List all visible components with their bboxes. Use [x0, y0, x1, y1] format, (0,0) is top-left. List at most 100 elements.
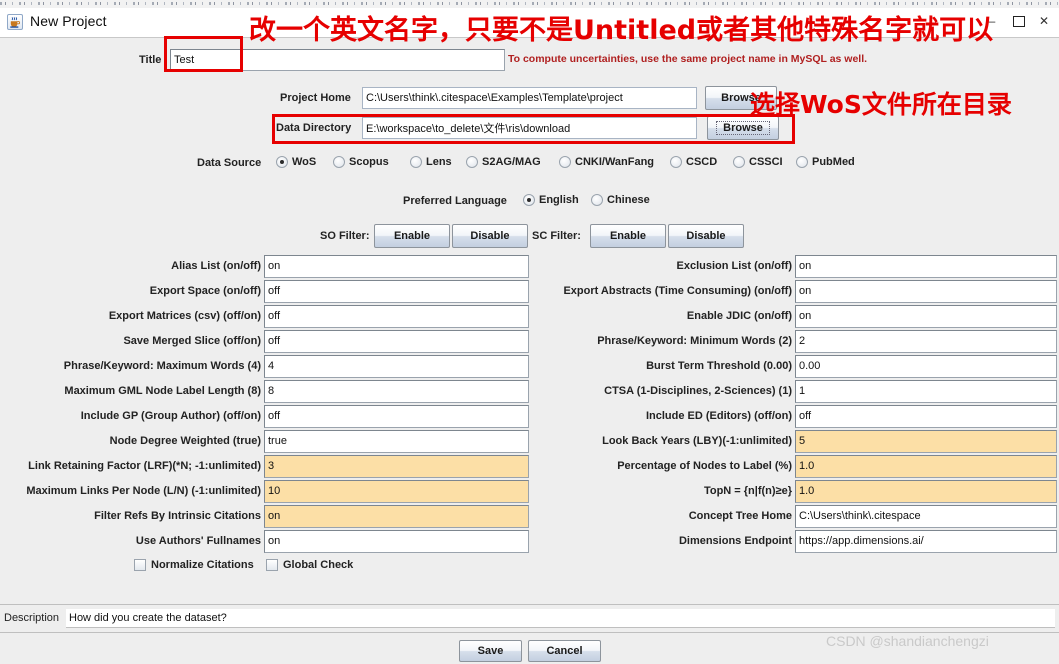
sc-filter-enable-button[interactable]: Enable	[590, 224, 666, 248]
data-directory-label: Data Directory	[276, 122, 352, 134]
settings-row-label: Percentage of Nodes to Label (%)	[617, 460, 792, 472]
settings-row-label: Export Matrices (csv) (off/on)	[108, 310, 261, 322]
settings-row-label: Use Authors' Fullnames	[135, 535, 261, 547]
description-input[interactable]: How did you create the dataset?	[66, 609, 1055, 628]
radio-indicator-s2ag-mag	[466, 156, 478, 168]
sc-filter-disable-button[interactable]: Disable	[668, 224, 744, 248]
maximize-button[interactable]	[1007, 12, 1029, 30]
settings-row-label: Enable JDIC (on/off)	[686, 310, 792, 322]
settings-row-input[interactable]: off	[795, 405, 1057, 428]
data-source-label: Data Source	[197, 157, 262, 169]
data-directory-browse-label: Browse	[716, 121, 770, 135]
radio-label-lens: Lens	[426, 156, 452, 168]
settings-row-input[interactable]: on	[795, 280, 1057, 303]
radio-chinese[interactable]: Chinese	[591, 194, 650, 206]
data-directory-input[interactable]: E:\workspace\to_delete\文件\ris\download	[362, 117, 697, 139]
settings-row-label: Maximum GML Node Label Length (8)	[64, 385, 261, 397]
settings-row-input[interactable]: 1	[795, 380, 1057, 403]
title-hint-text: To compute uncertainties, use the same p…	[508, 53, 868, 65]
settings-row-input[interactable]: 2	[795, 330, 1057, 353]
settings-row-label: Alias List (on/off)	[171, 260, 261, 272]
settings-row-input[interactable]: off	[264, 280, 529, 303]
save-button[interactable]: Save	[459, 640, 522, 662]
settings-row-label: Phrase/Keyword: Minimum Words (2)	[597, 335, 792, 347]
settings-row-input[interactable]: on	[264, 530, 529, 553]
radio-s2ag-mag[interactable]: S2AG/MAG	[466, 156, 541, 168]
settings-row-input[interactable]: 1.0	[795, 455, 1057, 478]
checkbox-label-global-check: Global Check	[283, 559, 354, 571]
settings-row-input[interactable]: 1.0	[795, 480, 1057, 503]
settings-row-input[interactable]: on	[795, 255, 1057, 278]
cancel-button[interactable]: Cancel	[528, 640, 601, 662]
settings-row-label: Filter Refs By Intrinsic Citations	[94, 510, 261, 522]
new-project-dialog-window: New Project – ✕ Title Test To compute un…	[0, 0, 1059, 664]
settings-row-input[interactable]: 0.00	[795, 355, 1057, 378]
settings-row-input[interactable]: 8	[264, 380, 529, 403]
settings-row-input[interactable]: on	[264, 505, 529, 528]
settings-row-label: TopN = {n|f(n)≥e}	[703, 485, 792, 497]
checkbox-normalize-citations[interactable]: Normalize Citations	[134, 559, 254, 571]
settings-row-input[interactable]: C:\Users\think\.citespace	[795, 505, 1057, 528]
radio-indicator-cnki-wanfang	[559, 156, 571, 168]
checkbox-label-normalize-citations: Normalize Citations	[151, 559, 254, 571]
preferred-language-label: Preferred Language	[403, 195, 507, 207]
radio-label-cssci: CSSCI	[749, 156, 783, 168]
radio-indicator-lens	[410, 156, 422, 168]
title-label: Title	[139, 54, 162, 66]
settings-row-label: Link Retaining Factor (LRF)(*N; -1:unlim…	[28, 460, 261, 472]
settings-row-label: Burst Term Threshold (0.00)	[646, 360, 792, 372]
checkbox-global-check[interactable]: Global Check	[266, 559, 353, 571]
radio-indicator-chinese	[591, 194, 603, 206]
radio-english[interactable]: English	[523, 194, 579, 206]
settings-row-input[interactable]: on	[795, 305, 1057, 328]
watermark: CSDN @shandianchengzi	[826, 633, 989, 649]
radio-pubmed[interactable]: PubMed	[796, 156, 855, 168]
radio-cnki-wanfang[interactable]: CNKI/WanFang	[559, 156, 654, 168]
radio-label-scopus: Scopus	[349, 156, 389, 168]
radio-cssci[interactable]: CSSCI	[733, 156, 783, 168]
settings-row-input[interactable]: https://app.dimensions.ai/	[795, 530, 1057, 553]
settings-row-label: Concept Tree Home	[688, 510, 792, 522]
radio-indicator-pubmed	[796, 156, 808, 168]
radio-cscd[interactable]: CSCD	[670, 156, 717, 168]
checkbox-indicator-normalize-citations	[134, 559, 146, 571]
settings-row-label: Dimensions Endpoint	[678, 535, 792, 547]
annotation-browse-note: 选择WoS文件所在目录	[750, 90, 1012, 119]
so-filter-disable-button[interactable]: Disable	[452, 224, 528, 248]
so-filter-enable-button[interactable]: Enable	[374, 224, 450, 248]
close-icon[interactable]: ✕	[1033, 12, 1055, 30]
settings-row-input[interactable]: off	[264, 405, 529, 428]
radio-wos[interactable]: WoS	[276, 156, 316, 168]
settings-row-input[interactable]: 5	[795, 430, 1057, 453]
settings-row-input[interactable]: on	[264, 255, 529, 278]
settings-row-label: Export Space (on/off)	[149, 285, 261, 297]
checkbox-indicator-global-check	[266, 559, 278, 571]
settings-row-input[interactable]: 4	[264, 355, 529, 378]
settings-row-input[interactable]: 10	[264, 480, 529, 503]
title-input[interactable]: Test	[170, 49, 505, 71]
radio-label-english: English	[539, 194, 579, 206]
dialog-body: Title Test To compute uncertainties, use…	[0, 38, 1059, 664]
sc-filter-label: SC Filter:	[532, 230, 581, 242]
radio-indicator-cssci	[733, 156, 745, 168]
settings-row-label: CTSA (1-Disciplines, 2-Sciences) (1)	[604, 385, 792, 397]
settings-row-input[interactable]: 3	[264, 455, 529, 478]
settings-row-label: Node Degree Weighted (true)	[109, 435, 261, 447]
background-window-noise	[0, 2, 1059, 5]
settings-row-label: Phrase/Keyword: Maximum Words (4)	[63, 360, 261, 372]
java-coffee-cup-icon	[7, 14, 23, 30]
project-home-input[interactable]: C:\Users\think\.citespace\Examples\Templ…	[362, 87, 697, 109]
so-filter-label: SO Filter:	[320, 230, 370, 242]
project-home-label: Project Home	[280, 92, 351, 104]
radio-label-chinese: Chinese	[607, 194, 650, 206]
settings-row-label: Look Back Years (LBY)(-1:unlimited)	[602, 435, 792, 447]
settings-row-label: Include ED (Editors) (off/on)	[645, 410, 792, 422]
radio-lens[interactable]: Lens	[410, 156, 452, 168]
settings-row-label: Save Merged Slice (off/on)	[123, 335, 261, 347]
settings-row-input[interactable]: off	[264, 330, 529, 353]
radio-label-s2ag-mag: S2AG/MAG	[482, 156, 541, 168]
settings-row-input[interactable]: true	[264, 430, 529, 453]
settings-row-input[interactable]: off	[264, 305, 529, 328]
settings-row-label: Include GP (Group Author) (off/on)	[80, 410, 261, 422]
radio-scopus[interactable]: Scopus	[333, 156, 389, 168]
